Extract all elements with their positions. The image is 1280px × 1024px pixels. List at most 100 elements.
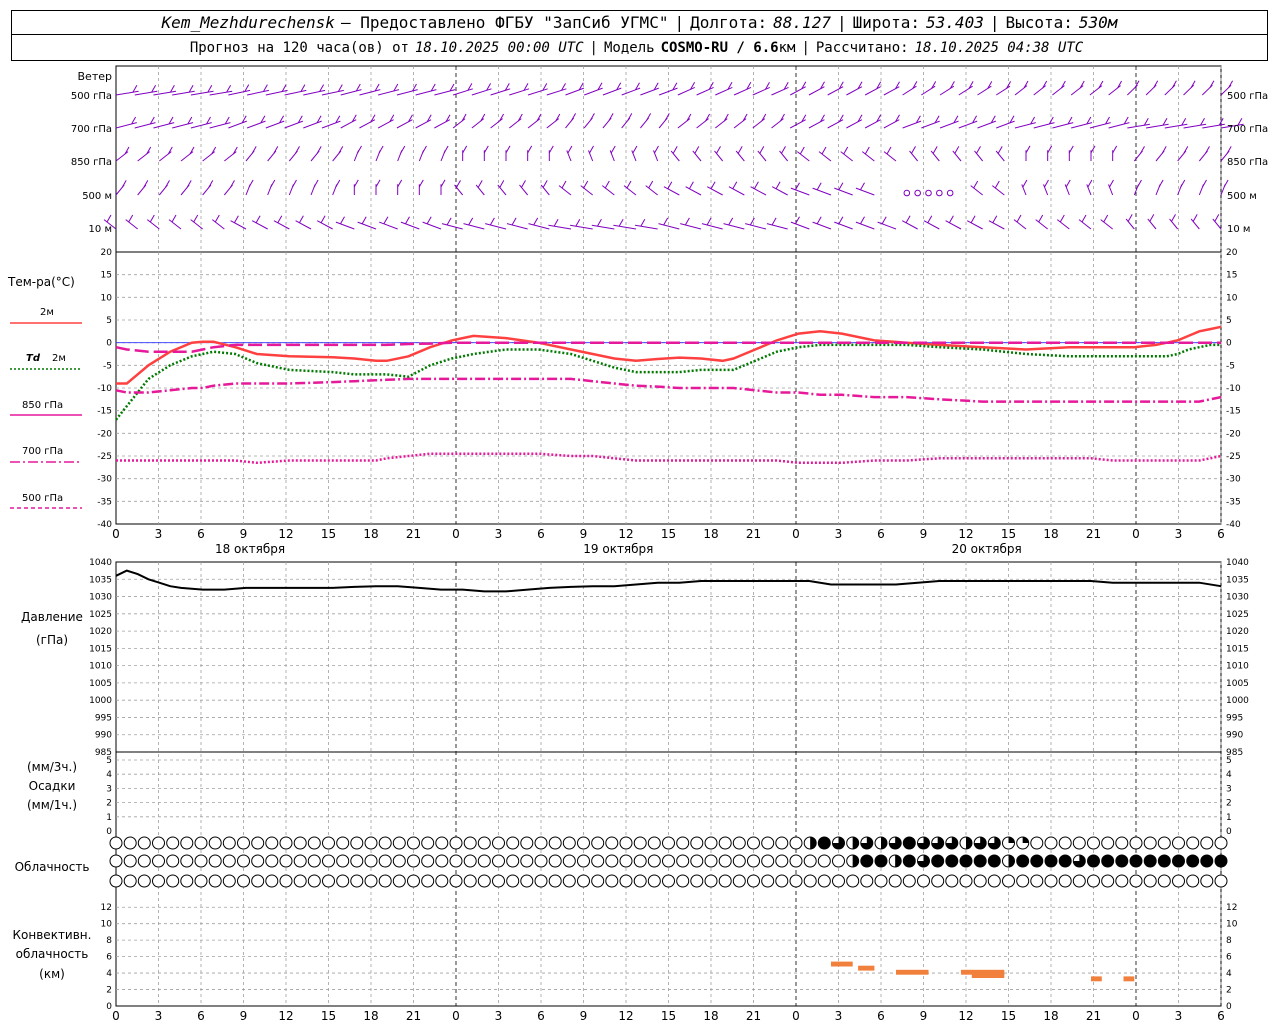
wind-feather [771,217,777,226]
precip-unit-3h: (мм/3ч.) [27,760,77,774]
wind-feather [970,215,976,224]
x-tick-label: 12 [958,1009,973,1023]
wind-barb [970,185,983,196]
cloud-cover-circle [1002,874,1015,888]
y-tick-label: 0 [1226,339,1232,349]
wind-feather [335,179,341,188]
cloud-cover-circle [180,874,194,888]
wind-level-label-right: 500 гПа [1227,91,1268,102]
wind-barb [475,184,485,196]
cloud-cover-circle [562,836,576,850]
cloud-cover-circle [534,854,548,868]
y-tick-label: 1 [106,813,112,823]
wind-feather [340,216,345,225]
wind-feather [128,214,134,223]
x-tick-label: 0 [792,1009,800,1023]
wind-feather [214,214,220,223]
cloud-cover-circle [435,874,449,888]
cloud-cover-circle [364,854,378,868]
cloud-cover-circle [577,874,590,888]
wind-barb [995,150,1005,162]
x-tick-label: 18 [1043,527,1058,541]
cloud-cover-circle [1058,836,1072,850]
x-tick-label: 0 [1132,527,1140,541]
wind-barb [939,85,955,96]
wind-feather [248,179,254,188]
cloud-cover-circle [1200,874,1214,888]
cloud-cover-circle [1072,836,1086,850]
wind-barb [224,151,237,162]
wind-barb [692,150,702,162]
cloud-cover-circle [690,836,704,850]
wind-barb [1089,122,1111,129]
y-tick-label: 15 [101,271,112,281]
wind-feather [583,180,589,189]
cloud-cover-circle [208,874,222,888]
y-tick-label: 8 [106,936,112,946]
wind-barb [715,86,733,96]
wind-feather [589,113,595,121]
wind-feather [505,145,511,154]
cloud-cover-circle [562,854,576,868]
cloud-cover-fill [1101,855,1114,867]
cloud-cover-circle [761,874,775,888]
wind-barb [1071,122,1093,129]
cloud-cover-circle [605,854,619,868]
cloud-cover-circle [704,874,718,888]
cloud-cover-fill [852,837,859,849]
wind-feather [440,179,446,188]
wind-barb [265,89,288,96]
wind-feather [954,146,960,154]
cloud-cover-circle [732,874,746,888]
legend-t2m-label: 2м [40,307,54,318]
wind-title: Ветер [78,70,112,83]
cloud-cover-circle [917,874,930,888]
wind-feather [383,216,389,225]
wind-barb [228,120,247,129]
cloud-cover-circle [407,854,420,868]
cloud-cover-circle [421,836,435,850]
wind-barb [546,118,560,129]
wind-barb [771,186,788,196]
wind-feather [353,179,359,188]
wind-barb [357,221,377,230]
wind-feather [149,214,155,223]
x-tick-label: 18 [1043,1009,1058,1023]
cloud-cover-fill [1022,837,1029,843]
cloud-cover-circle [237,874,250,888]
y-tick-label: -15 [1226,407,1241,417]
cloud-cover-circle [1214,836,1228,850]
wind-barb [497,184,507,196]
calm-wind-marker [925,189,932,197]
cloud-cover-circle [647,836,661,850]
wind-feather [527,145,533,154]
y-tick-label: 5 [106,756,112,766]
wind-barb [818,151,832,162]
y-tick-label: 0 [106,827,112,837]
cloud-cover-circle [251,836,265,850]
cloud-cover-fill [895,855,902,867]
wind-feather [1200,117,1205,126]
temp-title: Тем-ра(°С) [7,275,75,289]
wind-feather [575,218,581,227]
wind-feather [1140,146,1145,154]
wind-barb [930,150,940,162]
wind-barb [855,221,875,230]
wind-level-label-right: 850 гПа [1227,157,1268,168]
wind-feather [654,145,659,154]
legend-850-label: 850 гПа [22,400,63,411]
wind-feather [816,182,822,191]
cloud-cover-circle [633,854,647,868]
wind-barb [846,119,863,129]
cloud-cover-circle [548,874,562,888]
wind-barb [790,119,806,129]
x-tick-label: 15 [661,1009,676,1023]
cloud-cover-circle [449,854,463,868]
cloud-cover-circle [747,874,760,888]
wind-feather [151,84,157,93]
wind-barb [864,119,881,129]
x-tick-label: 3 [155,1009,163,1023]
wind-barb [635,224,658,230]
wind-barb [211,219,225,230]
wind-barb [1035,219,1048,230]
